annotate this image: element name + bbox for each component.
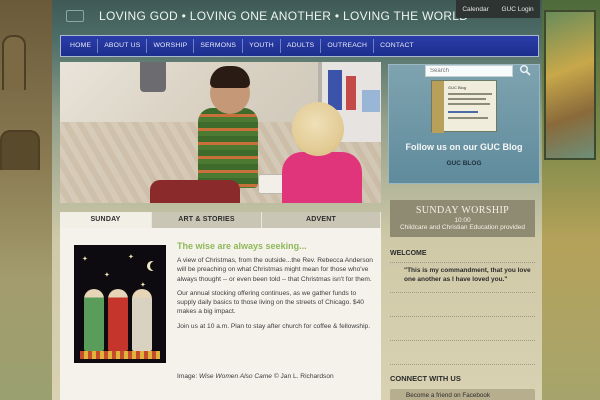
nav-item-worship[interactable]: WORSHIP xyxy=(147,39,195,53)
guc-login-link[interactable]: GUC Login xyxy=(501,6,533,13)
moon-icon xyxy=(150,261,160,271)
calendar-link[interactable]: Calendar xyxy=(462,6,488,13)
hero-girl-shirt xyxy=(282,152,362,203)
nav-item-about-us[interactable]: ABOUT US xyxy=(98,39,148,53)
blog-thumbnail[interactable]: GUC Blog xyxy=(431,80,497,133)
post-paragraph: Join us at 10 a.m. Plan to stay after ch… xyxy=(177,322,371,330)
background-left-building xyxy=(0,0,56,400)
post-title[interactable]: The wise are always seeking... xyxy=(177,241,307,251)
tab-advent[interactable]: ADVENT xyxy=(262,212,381,228)
search-input[interactable] xyxy=(425,65,513,77)
hero-book xyxy=(328,70,342,110)
hero-girl-hair xyxy=(292,102,344,156)
content-tabs: SUNDAY ART & STORIES ADVENT xyxy=(60,212,381,228)
blog-thumb-sidebar xyxy=(432,81,444,133)
top-links: Calendar GUC Login xyxy=(456,0,540,18)
welcome-heading: WELCOME xyxy=(390,250,427,257)
divider xyxy=(390,316,535,317)
blog-heading: Follow us on our GUC Blog xyxy=(405,142,523,152)
nav-item-sermons[interactable]: SERMONS xyxy=(194,39,244,53)
connect-heading: CONNECT WITH US xyxy=(390,374,461,383)
wise-women-image[interactable]: ✦ ✦ ✦ ✦ xyxy=(74,245,166,363)
facebook-link-row[interactable]: Become a friend on Facebook xyxy=(390,389,535,400)
tab-panel: ✦ ✦ ✦ ✦ The wise are always seeking... A… xyxy=(60,228,381,400)
hero-boy-hair xyxy=(210,66,250,88)
tab-sunday[interactable]: SUNDAY xyxy=(60,212,152,228)
main-nav: HOME ABOUT US WORSHIP SERMONS YOUTH ADUL… xyxy=(60,35,539,57)
blog-thumb-line xyxy=(448,117,488,119)
caption-suffix: © Jan L. Richardson xyxy=(271,373,334,380)
star-icon: ✦ xyxy=(140,282,146,289)
blog-thumb-line xyxy=(448,103,490,105)
wise-woman-figure xyxy=(84,289,104,351)
logo-icon[interactable] xyxy=(66,10,84,22)
nav-item-youth[interactable]: YOUTH xyxy=(243,39,281,53)
stained-glass-window xyxy=(544,10,596,160)
wise-woman-figure xyxy=(132,289,152,351)
star-icon: ✦ xyxy=(104,272,110,279)
hero-photo xyxy=(60,62,381,203)
blog-thumb-line xyxy=(448,98,486,100)
hero-book xyxy=(362,90,380,112)
welcome-quote: "This is my commandment, that you love o… xyxy=(404,267,531,283)
image-ground xyxy=(80,351,160,359)
nav-item-home[interactable]: HOME xyxy=(64,39,99,53)
blog-thumb-title: GUC Blog xyxy=(448,85,467,90)
post-paragraph: Our annual stocking offering continues, … xyxy=(177,289,364,316)
blog-thumb-line xyxy=(448,111,478,113)
facebook-link[interactable]: Become a friend on Facebook xyxy=(406,392,490,399)
nav-item-outreach[interactable]: OUTREACH xyxy=(321,39,375,53)
worship-note: Childcare and Christian Education provid… xyxy=(399,224,526,231)
divider xyxy=(390,364,535,365)
background-right-stained-glass xyxy=(538,0,600,400)
arch-window xyxy=(2,35,26,90)
tab-art-stories[interactable]: ART & STORIES xyxy=(152,212,262,228)
wise-woman-figure xyxy=(108,289,128,351)
hero-boy-sweater xyxy=(198,108,258,188)
nav-item-adults[interactable]: ADULTS xyxy=(281,39,322,53)
image-caption: Image: Wise Women Also Came © Jan L. Ric… xyxy=(177,373,334,380)
divider xyxy=(390,292,535,293)
arch-door xyxy=(0,130,40,170)
divider xyxy=(390,262,535,263)
worship-title: SUNDAY WORSHIP xyxy=(415,205,510,216)
star-icon: ✦ xyxy=(128,254,134,261)
worship-time: 10:00 xyxy=(454,217,471,224)
hero-boy-pants xyxy=(150,180,240,203)
search-icon[interactable] xyxy=(519,64,531,76)
worship-info-box: SUNDAY WORSHIP 10:00 Childcare and Chris… xyxy=(390,200,535,237)
hero-adult-legs xyxy=(140,62,166,92)
blog-thumb-line xyxy=(448,93,492,95)
hero-book xyxy=(346,76,356,110)
blog-link[interactable]: GUC BLOG xyxy=(388,160,540,167)
post-paragraph: A view of Christmas, from the outside...… xyxy=(177,257,373,283)
star-icon: ✦ xyxy=(82,256,88,263)
divider xyxy=(390,340,535,341)
caption-prefix: Image: xyxy=(177,373,199,380)
nav-item-contact[interactable]: CONTACT xyxy=(374,39,420,53)
site-tagline: LOVING GOD • LOVING ONE ANOTHER • LOVING… xyxy=(99,9,469,23)
caption-title: Wise Women Also Came xyxy=(199,373,272,380)
post-body: A view of Christmas, from the outside...… xyxy=(177,256,373,336)
